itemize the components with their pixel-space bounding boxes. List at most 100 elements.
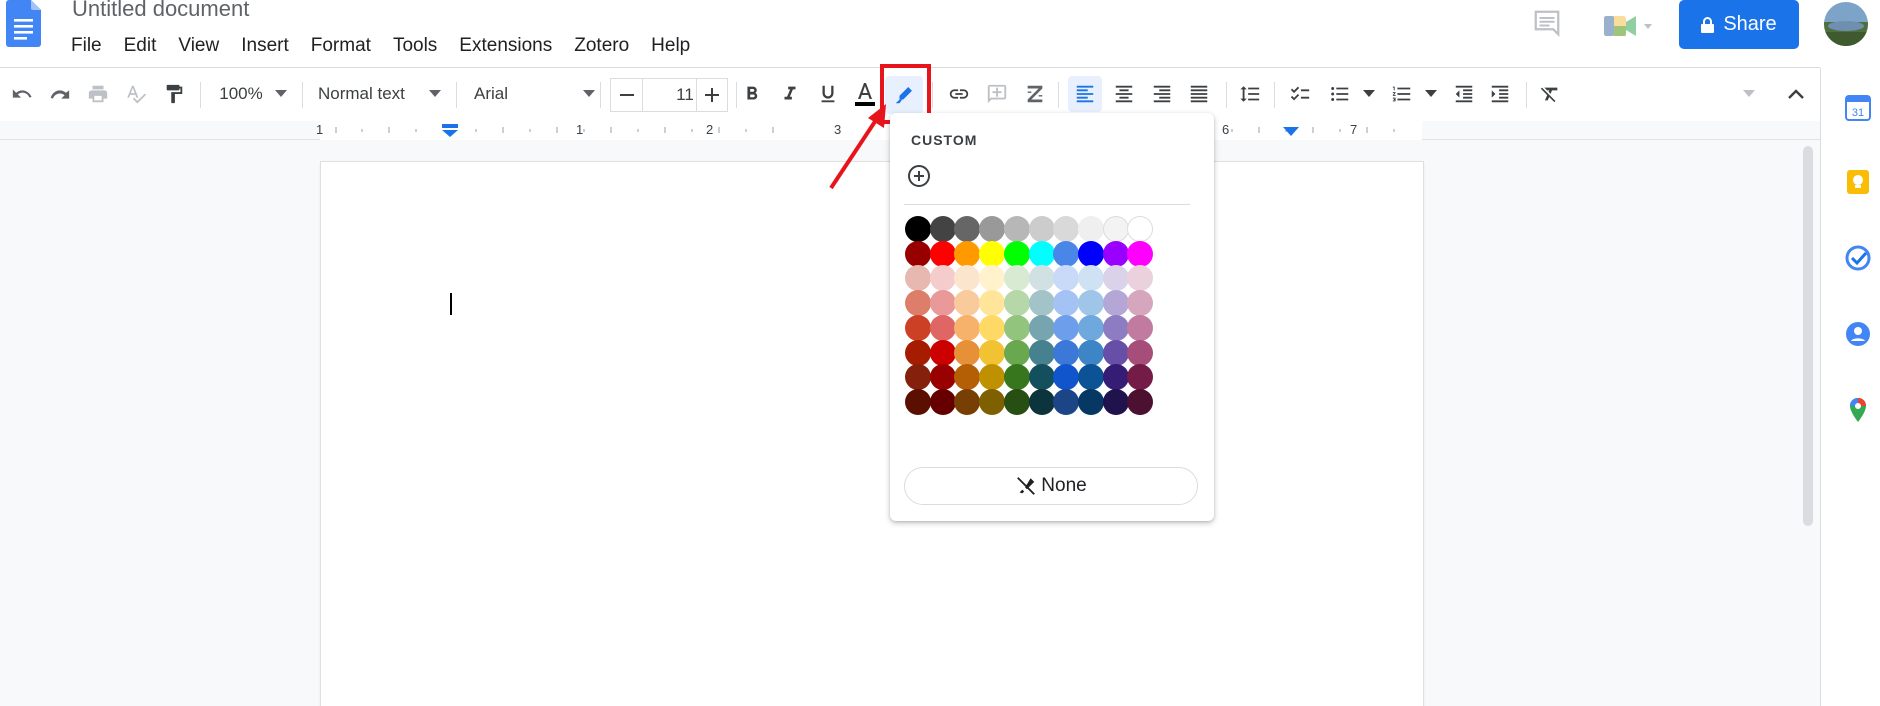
color-swatch[interactable]: [905, 388, 931, 415]
vertical-scrollbar[interactable]: [1803, 146, 1813, 526]
color-swatch[interactable]: [1127, 339, 1154, 366]
color-swatch[interactable]: [1053, 339, 1080, 366]
bold-icon[interactable]: [739, 80, 765, 108]
color-swatch[interactable]: [979, 216, 1006, 242]
chevron-down-icon[interactable]: [1362, 80, 1376, 108]
right-indent-marker[interactable]: [1283, 127, 1299, 137]
increase-indent-icon[interactable]: [1486, 80, 1514, 108]
zoom-select[interactable]: 100%: [216, 80, 266, 108]
color-swatch[interactable]: [1127, 314, 1154, 341]
color-swatch[interactable]: [929, 364, 956, 391]
contacts-icon[interactable]: [1844, 320, 1872, 348]
color-swatch[interactable]: [1028, 216, 1055, 242]
checklist-icon[interactable]: [1286, 80, 1314, 108]
color-swatch[interactable]: [1077, 314, 1104, 341]
color-swatch[interactable]: [905, 314, 931, 341]
color-swatch[interactable]: [1028, 240, 1055, 267]
account-avatar[interactable]: [1824, 2, 1868, 46]
no-highlight-button[interactable]: None: [904, 467, 1198, 505]
color-swatch[interactable]: [979, 265, 1006, 292]
color-swatch[interactable]: [1053, 388, 1080, 415]
calendar-icon[interactable]: 31: [1844, 94, 1872, 122]
keep-icon[interactable]: [1844, 168, 1872, 196]
color-swatch[interactable]: [1003, 240, 1030, 267]
color-swatch[interactable]: [1127, 364, 1154, 391]
chevron-down-icon[interactable]: [1424, 80, 1438, 108]
color-swatch[interactable]: [1102, 216, 1129, 242]
color-swatch[interactable]: [954, 216, 981, 242]
decrease-indent-icon[interactable]: [1450, 80, 1478, 108]
color-swatch[interactable]: [954, 290, 981, 317]
color-swatch[interactable]: [929, 290, 956, 317]
color-swatch[interactable]: [1077, 240, 1104, 267]
color-swatch[interactable]: [929, 388, 956, 415]
tasks-icon[interactable]: [1844, 244, 1872, 272]
menu-view[interactable]: View: [167, 34, 230, 58]
undo-icon[interactable]: [8, 80, 36, 108]
color-swatch[interactable]: [1077, 216, 1104, 242]
docs-logo-icon[interactable]: [6, 0, 42, 48]
clear-formatting-icon[interactable]: [1536, 80, 1564, 108]
color-swatch[interactable]: [1003, 388, 1030, 415]
chevron-down-icon[interactable]: [1742, 80, 1756, 108]
color-swatch[interactable]: [1053, 290, 1080, 317]
menu-tools[interactable]: Tools: [382, 34, 448, 58]
menu-file[interactable]: File: [60, 34, 113, 58]
add-comment-icon[interactable]: [983, 80, 1011, 108]
font-select[interactable]: Arial: [474, 80, 534, 108]
color-swatch[interactable]: [1102, 240, 1129, 267]
spellcheck-icon[interactable]: [122, 80, 150, 108]
color-swatch[interactable]: [979, 339, 1006, 366]
chevron-down-icon[interactable]: [428, 80, 442, 108]
color-swatch[interactable]: [905, 364, 931, 391]
print-icon[interactable]: [84, 80, 112, 108]
color-swatch[interactable]: [1003, 339, 1030, 366]
color-swatch[interactable]: [954, 388, 981, 415]
line-spacing-icon[interactable]: [1236, 80, 1264, 108]
left-indent-marker[interactable]: [441, 124, 459, 138]
color-swatch[interactable]: [1028, 364, 1055, 391]
color-swatch[interactable]: [929, 314, 956, 341]
color-swatch[interactable]: [1127, 388, 1154, 415]
collapse-toolbar-icon[interactable]: [1784, 80, 1808, 108]
chevron-down-icon[interactable]: [274, 80, 288, 108]
paint-format-icon[interactable]: [160, 80, 188, 108]
link-icon[interactable]: [945, 80, 973, 108]
color-swatch[interactable]: [1028, 388, 1055, 415]
style-select[interactable]: Normal text: [318, 80, 412, 108]
menu-extensions[interactable]: Extensions: [448, 34, 563, 58]
meet-icon[interactable]: [1600, 8, 1660, 44]
menu-edit[interactable]: Edit: [113, 34, 168, 58]
menu-format[interactable]: Format: [300, 34, 382, 58]
color-swatch[interactable]: [954, 339, 981, 366]
color-swatch[interactable]: [1053, 364, 1080, 391]
color-swatch[interactable]: [1028, 314, 1055, 341]
color-swatch[interactable]: [929, 339, 956, 366]
redo-icon[interactable]: [46, 80, 74, 108]
color-swatch[interactable]: [979, 290, 1006, 317]
color-swatch[interactable]: [1102, 388, 1129, 415]
color-swatch[interactable]: [1003, 364, 1030, 391]
menu-zotero[interactable]: Zotero: [563, 34, 640, 58]
color-swatch[interactable]: [1077, 339, 1104, 366]
menu-help[interactable]: Help: [640, 34, 701, 58]
color-swatch[interactable]: [954, 265, 981, 292]
color-swatch[interactable]: [1077, 290, 1104, 317]
document-page[interactable]: [321, 162, 1423, 706]
color-swatch[interactable]: [1028, 339, 1055, 366]
align-right-icon[interactable]: [1148, 80, 1176, 108]
color-swatch[interactable]: [954, 240, 981, 267]
color-swatch[interactable]: [905, 339, 931, 366]
color-swatch[interactable]: [1102, 290, 1129, 317]
color-swatch[interactable]: [1053, 314, 1080, 341]
color-swatch[interactable]: [1102, 314, 1129, 341]
decrease-font-size-button[interactable]: [610, 78, 642, 112]
add-custom-color-button[interactable]: [906, 163, 932, 189]
color-swatch[interactable]: [1127, 240, 1154, 267]
color-swatch[interactable]: [1053, 265, 1080, 292]
color-swatch[interactable]: [1003, 290, 1030, 317]
comments-icon[interactable]: [1532, 8, 1562, 38]
share-button[interactable]: Share: [1679, 0, 1799, 49]
color-swatch[interactable]: [1003, 265, 1030, 292]
color-swatch[interactable]: [1102, 364, 1129, 391]
